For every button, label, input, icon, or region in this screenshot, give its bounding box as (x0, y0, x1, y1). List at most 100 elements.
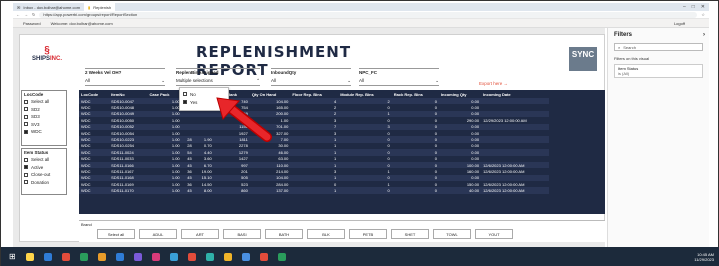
column-header[interactable]: Floor Rep. Bins (290, 90, 339, 98)
brand-button[interactable]: ADUL (139, 229, 177, 239)
checkbox-checked[interactable] (24, 129, 28, 134)
slicer-npc-fc[interactable]: NPC_FC All ⌄ (359, 68, 439, 86)
column-header[interactable]: ItemNo (109, 90, 148, 98)
status-option-active[interactable]: Active (24, 164, 64, 172)
slicer-replen-bin-assigned[interactable]: ReplenBinAssigned Multiple selections ⌃ (176, 68, 260, 86)
checkbox[interactable] (24, 122, 28, 127)
logoff-link[interactable]: Logoff (674, 21, 685, 26)
slicer-select[interactable]: Multiple selections ⌃ (176, 78, 260, 86)
slicer-inbound-qty[interactable]: InboundQty All ⌄ (271, 68, 351, 86)
refresh-icon[interactable]: ↻ (32, 12, 35, 17)
search-icon: ⌕ (618, 44, 621, 50)
loc-option-sv3[interactable]: SV3 (24, 121, 64, 129)
table-cell: 1 (290, 187, 339, 194)
brand-button[interactable]: Select all (97, 229, 135, 239)
browser-tab-label: Inbox - dov.bolhar@ahome.com (23, 4, 81, 10)
brand-button[interactable]: TOWL (433, 229, 471, 239)
browser-tab-replenish[interactable]: ▮ Replenish (84, 3, 116, 11)
column-header[interactable]: Rack Rep. Bins (391, 90, 439, 98)
item-status-slicer: Item Status Select all Active Close-out … (21, 148, 67, 195)
column-header[interactable]: Incoming Date (481, 90, 549, 98)
taskbar-app-icon[interactable] (151, 252, 160, 261)
slicer-2-weeks-vel[interactable]: 2 Weeks Vel OH? All ⌄ (85, 68, 165, 86)
taskbar-app-icon[interactable] (133, 252, 142, 261)
taskbar-app-icon[interactable] (259, 252, 268, 261)
loc-option-wdc[interactable]: WDC (24, 128, 64, 136)
table-cell: 0 (391, 187, 439, 194)
brand-button[interactable]: BATH (265, 229, 303, 239)
slicer-select[interactable]: All ⌄ (359, 78, 439, 86)
window-controls: – □ ✕ (683, 4, 709, 10)
table-cell: 137.00 (249, 187, 291, 194)
filters-title: Filters (614, 32, 633, 38)
status-option-close-out[interactable]: Close-out (24, 171, 64, 179)
taskbar-app-icon[interactable] (187, 252, 196, 261)
taskbar-app-icon[interactable] (61, 252, 70, 261)
taskbar-app-icon[interactable] (115, 252, 124, 261)
back-icon[interactable]: ← (16, 12, 20, 17)
status-option-donation[interactable]: Donation (24, 179, 64, 187)
forward-icon[interactable]: → (24, 12, 28, 17)
checkbox[interactable] (24, 172, 28, 177)
checkbox[interactable] (24, 180, 28, 185)
taskbar-app-icon[interactable] (205, 252, 214, 261)
browser-tab-inbox[interactable]: ✉ Inbox - dov.bolhar@ahome.com (13, 3, 84, 11)
brand-button[interactable]: ART (181, 229, 219, 239)
star-icon[interactable]: ☆ (701, 12, 709, 17)
loc-option-sd2[interactable]: SD2 (24, 106, 64, 114)
column-header[interactable]: Incoming Qty (438, 90, 482, 98)
minimize-button[interactable]: – (683, 4, 686, 10)
filter-card-item-status[interactable]: Item Status is (All) (614, 64, 703, 78)
table-cell: 0 (338, 187, 392, 194)
taskbar-app-icon[interactable] (169, 252, 178, 261)
chevron-right-icon[interactable]: › (703, 32, 705, 38)
status-option-select-all[interactable]: Select all (24, 156, 64, 164)
brand-button[interactable]: BASI (223, 229, 261, 239)
table-row[interactable]: WDC SDS11-0170 1.00 45 8.00 860 137.00 1 0 0 40.00… (79, 187, 549, 194)
taskbar-app-icon[interactable] (25, 252, 34, 261)
column-header[interactable]: Module Rep. Bins (338, 90, 392, 98)
logo-text: SHIPSINC. (31, 56, 62, 62)
brand-button[interactable]: YOUT (475, 229, 513, 239)
checkbox-checked[interactable] (24, 165, 28, 170)
slicer-label: 2 Weeks Vel OH? (85, 70, 122, 75)
table-cell: 1.00 (147, 187, 182, 194)
filters-section-label: Filters on this visual (614, 56, 650, 61)
slicer-select[interactable]: All ⌄ (85, 78, 165, 86)
loc-option-select-all[interactable]: Select all (24, 98, 64, 106)
slicer-select[interactable]: All ⌄ (271, 78, 351, 86)
column-header[interactable]: LocCode (79, 90, 110, 98)
taskbar-app-icon[interactable] (277, 252, 286, 261)
export-label[interactable]: Export here → (479, 81, 508, 86)
brand-button[interactable]: PETB (349, 229, 387, 239)
loc-option-sd3[interactable]: SD3 (24, 113, 64, 121)
maximize-button[interactable]: □ (692, 4, 695, 10)
taskbar-apps (25, 252, 286, 261)
filters-search-input[interactable]: ⌕ Search (614, 43, 703, 51)
replenishment-table: LocCode ItemNo Case Pack Sales Rank Qty … (79, 90, 605, 214)
taskbar-app-icon[interactable] (79, 252, 88, 261)
taskbar-app-icon[interactable] (97, 252, 106, 261)
chevron-down-icon: ⌄ (161, 78, 165, 83)
taskbar-app-icon[interactable] (241, 252, 250, 261)
column-header[interactable]: Case Pack (147, 90, 182, 98)
start-icon[interactable]: ⊞ (9, 252, 16, 261)
checkbox[interactable] (183, 92, 187, 96)
checkbox[interactable] (24, 114, 28, 119)
powerbi-icon: ▮ (88, 4, 91, 10)
company-logo: § SHIPSINC. (27, 46, 67, 76)
password-link[interactable]: Password (23, 21, 41, 26)
checkbox[interactable] (24, 157, 28, 162)
system-tray-clock[interactable]: 10:45 AM 11/29/2023 (694, 252, 714, 262)
table-cell: 45 (181, 187, 194, 194)
brand-button[interactable]: SHET (391, 229, 429, 239)
checkbox[interactable] (24, 107, 28, 112)
close-window-button[interactable]: ✕ (701, 4, 705, 10)
checkbox[interactable] (24, 99, 28, 104)
taskbar-app-icon[interactable] (223, 252, 232, 261)
taskbar-app-icon[interactable] (43, 252, 52, 261)
url-field[interactable]: https://app.powerbi.com/groups/report/Re… (39, 11, 698, 18)
brand-button[interactable]: BLK (307, 229, 345, 239)
table-header-row: LocCode ItemNo Case Pack Sales Rank Qty … (79, 90, 549, 98)
checkbox-checked[interactable] (183, 100, 187, 104)
